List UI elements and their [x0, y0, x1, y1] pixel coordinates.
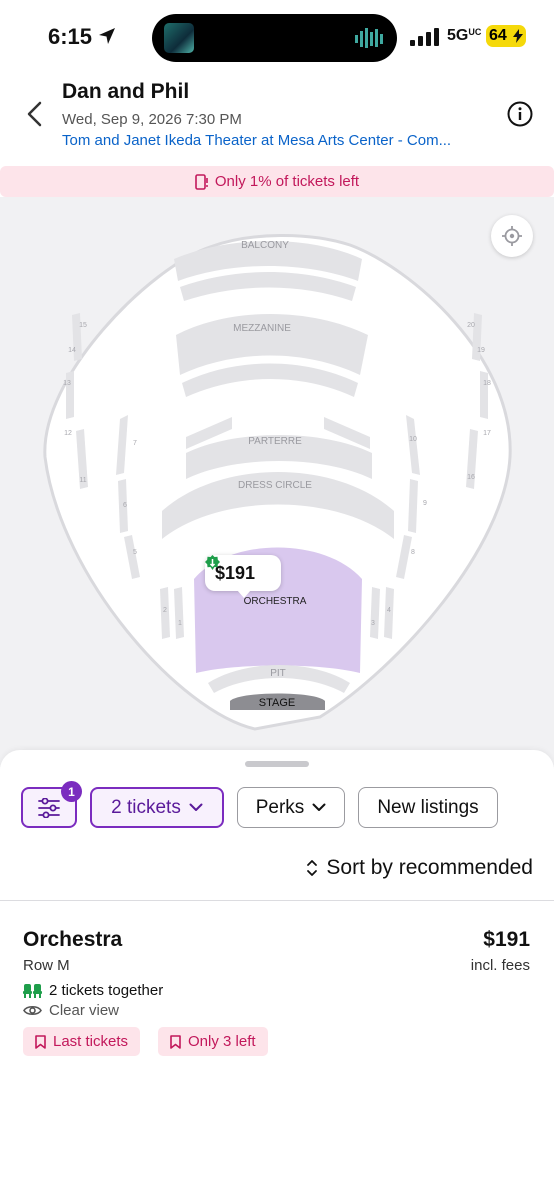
- locate-button[interactable]: [491, 215, 533, 257]
- tag-only-left: Only 3 left: [158, 1027, 268, 1056]
- svg-text:2: 2: [163, 607, 167, 614]
- svg-text:4: 4: [387, 607, 391, 614]
- filter-count-badge: 1: [61, 781, 82, 802]
- label-balcony: BALCONY: [241, 240, 289, 251]
- svg-text:19: 19: [477, 347, 485, 354]
- listings-sheet[interactable]: 1 2 tickets Perks New listings Sort by r…: [0, 750, 554, 1200]
- event-datetime: Wed, Sep 9, 2026 7:30 PM: [62, 111, 242, 128]
- view-text: Clear view: [49, 1002, 120, 1019]
- svg-text:13: 13: [63, 380, 71, 387]
- network-type: 5GUC: [447, 27, 482, 44]
- now-playing-artwork: [164, 23, 194, 53]
- perks-label: Perks: [255, 796, 305, 818]
- price-pin[interactable]: $191: [205, 555, 281, 598]
- listing-card[interactable]: Orchestra Row M $191 incl. fees 2 ticket…: [0, 901, 554, 1071]
- svg-text:9: 9: [423, 500, 427, 507]
- tag-last-tickets: Last tickets: [23, 1027, 141, 1056]
- svg-text:16: 16: [467, 474, 475, 481]
- feature-view: Clear view: [23, 1002, 119, 1019]
- eye-icon: [23, 1005, 42, 1016]
- event-title: Dan and Phil: [62, 80, 190, 103]
- label-parterre: PARTERRE: [248, 436, 302, 447]
- label-mezzanine: MEZZANINE: [233, 323, 291, 334]
- svg-text:5: 5: [133, 549, 137, 556]
- ticket-quantity-label: 2 tickets: [111, 796, 181, 818]
- deal-tag-icon: [205, 555, 220, 570]
- audio-waveform-icon: [355, 28, 383, 48]
- svg-text:10: 10: [409, 436, 417, 443]
- svg-text:20: 20: [467, 322, 475, 329]
- svg-text:6: 6: [123, 502, 127, 509]
- chevron-down-icon: [312, 803, 326, 811]
- feature-together: 2 tickets together: [23, 982, 163, 999]
- banner-text: Only 1% of tickets left: [214, 173, 360, 190]
- svg-text:14: 14: [68, 347, 76, 354]
- venue-link[interactable]: Tom and Janet Ikeda Theater at Mesa Arts…: [62, 132, 502, 149]
- listing-row: Row M: [23, 957, 70, 974]
- svg-text:11: 11: [79, 477, 86, 484]
- label-pit: PIT: [270, 668, 286, 679]
- sheet-grabber[interactable]: [245, 761, 309, 767]
- listing-section: Orchestra: [23, 928, 123, 951]
- cellular-signal-icon: [410, 28, 439, 46]
- label-dress-circle: DRESS CIRCLE: [238, 480, 312, 491]
- svg-text:15: 15: [79, 322, 87, 329]
- label-stage: STAGE: [259, 697, 295, 709]
- sort-button[interactable]: Sort by recommended: [306, 856, 533, 880]
- crosshair-icon: [502, 226, 522, 246]
- svg-text:1: 1: [178, 620, 182, 627]
- ticket-alert-icon: [195, 173, 208, 190]
- sort-label: Sort by recommended: [326, 856, 533, 879]
- pin-price: $191: [215, 562, 256, 583]
- bookmark-icon: [170, 1034, 181, 1049]
- perks-dropdown[interactable]: Perks: [237, 787, 345, 828]
- dynamic-island[interactable]: [152, 14, 397, 62]
- label-orchestra: ORCHESTRA: [244, 596, 307, 607]
- clock: 6:15: [48, 24, 93, 49]
- battery-indicator: 64: [486, 25, 526, 47]
- back-chevron-icon[interactable]: [24, 100, 46, 128]
- battery-level: 64: [489, 27, 507, 44]
- svg-text:12: 12: [64, 430, 72, 437]
- charging-bolt-icon: [513, 29, 523, 43]
- new-listings-label: New listings: [377, 796, 479, 818]
- scarcity-banner: Only 1% of tickets left: [0, 166, 554, 197]
- chevron-down-icon: [189, 803, 203, 811]
- bookmark-icon: [35, 1034, 46, 1049]
- ticket-quantity-dropdown[interactable]: 2 tickets: [90, 787, 224, 828]
- info-icon[interactable]: [507, 101, 533, 127]
- svg-text:8: 8: [411, 549, 415, 556]
- listing-price: $191: [483, 928, 530, 951]
- svg-text:18: 18: [483, 380, 491, 387]
- together-text: 2 tickets together: [49, 982, 164, 999]
- sliders-icon: [38, 797, 60, 818]
- new-listings-button[interactable]: New listings: [358, 787, 498, 828]
- status-bar: 6:15 5GUC 64: [0, 0, 554, 74]
- seats-icon: [23, 984, 42, 998]
- svg-text:17: 17: [483, 430, 491, 437]
- venue-map-drawing: BALCONY MEZZANINE PARTERRE DRESS CIRCLE: [43, 234, 512, 731]
- sort-arrows-icon: [307, 860, 318, 876]
- listing-fees-note: incl. fees: [470, 957, 530, 974]
- svg-text:7: 7: [133, 440, 137, 447]
- svg-text:3: 3: [371, 620, 375, 627]
- seat-map[interactable]: BALCONY MEZZANINE PARTERRE DRESS CIRCLE: [0, 197, 554, 767]
- location-arrow-icon: [99, 28, 115, 44]
